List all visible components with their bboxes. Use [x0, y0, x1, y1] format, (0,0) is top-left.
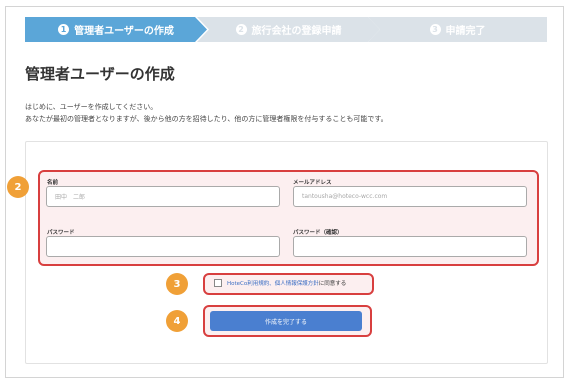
name-label: 名前 [47, 180, 59, 186]
step-number-1: 1 [58, 24, 70, 35]
agreement-row[interactable]: HoteCo利用規約、個人情報保護方針に同意する [214, 279, 346, 287]
annotation-badge-3: 3 [166, 273, 188, 295]
complete-creation-button[interactable]: 作成を完了する [210, 311, 362, 331]
step-travel-agency-registration: 2 旅行会社の登録申請 [197, 17, 380, 42]
intro-line-1: はじめに、ユーザーを作成してください。 [25, 103, 158, 111]
step-number-2: 2 [235, 24, 247, 35]
intro-text: はじめに、ユーザーを作成してください。 あなたが最初の管理者となりますが、後から… [25, 101, 388, 125]
agreement-suffix: に同意する [318, 281, 347, 287]
progress-stepper: 1 管理者ユーザーの作成 2 旅行会社の登録申請 3 申請完了 [25, 17, 547, 42]
password-input[interactable] [46, 236, 280, 257]
password-confirm-label: パスワード（確認） [293, 230, 343, 236]
step-label-1: 管理者ユーザーの作成 [74, 26, 174, 37]
name-input[interactable]: 田中 二郎 [46, 186, 280, 207]
password-confirm-input[interactable] [293, 236, 527, 257]
step-create-admin: 1 管理者ユーザーの作成 [25, 17, 207, 42]
email-label: メールアドレス [293, 180, 332, 186]
page-title: 管理者ユーザーの作成 [25, 65, 175, 83]
step-label-3: 申請完了 [445, 26, 486, 37]
step-label-2: 旅行会社の登録申請 [251, 26, 342, 37]
terms-privacy-link[interactable]: HoteCo利用規約、個人情報保護方針 [227, 281, 319, 287]
email-input[interactable]: tantousha@hoteco-wcc.com [293, 186, 527, 207]
step-number-3: 3 [429, 24, 441, 35]
annotation-badge-2: 2 [7, 176, 29, 198]
password-label: パスワード [47, 230, 75, 236]
agreement-label: HoteCo利用規約、個人情報保護方針に同意する [227, 279, 346, 287]
agreement-checkbox[interactable] [214, 279, 222, 287]
annotation-badge-4: 4 [166, 310, 188, 332]
step-application-complete: 3 申請完了 [368, 17, 547, 42]
intro-line-2: あなたが最初の管理者となりますが、後から他の方を招待したり、他の方に管理者権限を… [25, 115, 388, 123]
